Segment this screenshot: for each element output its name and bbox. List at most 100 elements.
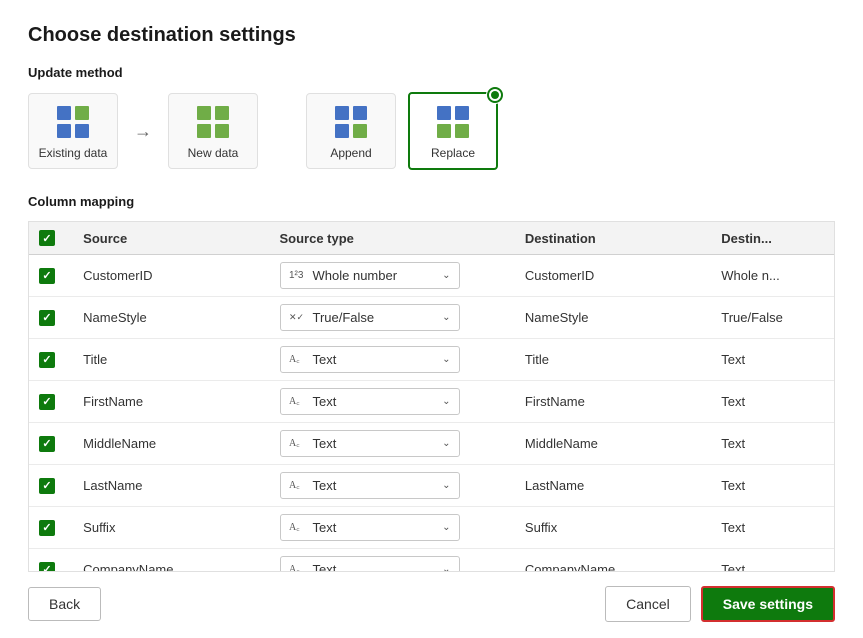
type-icon: A꜀ xyxy=(289,435,307,452)
source-type-label: Whole number xyxy=(313,268,398,283)
row-checkbox[interactable] xyxy=(39,478,55,494)
destination-cell: NameStyle xyxy=(515,297,711,339)
chevron-down-icon: ⌄ xyxy=(442,354,450,365)
save-settings-button[interactable]: Save settings xyxy=(701,586,835,622)
row-checkbox[interactable] xyxy=(39,520,55,536)
column-mapping-label: Column mapping xyxy=(28,194,835,209)
destination-cell: LastName xyxy=(515,465,711,507)
existing-data-label: Existing data xyxy=(39,146,108,160)
replace-card[interactable]: Replace xyxy=(408,92,498,170)
chevron-down-icon: ⌄ xyxy=(442,522,450,533)
table-row: FirstNameA꜀Text⌄FirstNameText xyxy=(29,381,834,423)
destination-cell: FirstName xyxy=(515,381,711,423)
header-checkbox[interactable] xyxy=(39,230,55,246)
source-cell: MiddleName xyxy=(73,423,269,465)
source-cell: Suffix xyxy=(73,507,269,549)
source-cell: Title xyxy=(73,339,269,381)
append-label: Append xyxy=(330,146,371,160)
svg-text:1²3: 1²3 xyxy=(289,270,304,281)
source-cell: NameStyle xyxy=(73,297,269,339)
replace-icon xyxy=(435,104,471,140)
row-checkbox[interactable] xyxy=(39,310,55,326)
col-header-dest-type: Destin... xyxy=(711,222,834,255)
source-type-label: Text xyxy=(313,478,337,493)
table-row: CustomerID 1²3 Whole number ⌄ CustomerID Whol… xyxy=(29,255,834,297)
col-header-check xyxy=(29,222,73,255)
source-cell: CompanyName xyxy=(73,549,269,573)
mapping-table: Source Source type Destination Destin...… xyxy=(29,222,834,572)
destination-cell: MiddleName xyxy=(515,423,711,465)
chevron-down-icon: ⌄ xyxy=(442,480,450,491)
svg-text:A꜀: A꜀ xyxy=(289,564,300,572)
row-checkbox[interactable] xyxy=(39,394,55,410)
new-data-card[interactable]: New data xyxy=(168,93,258,169)
chevron-down-icon: ⌄ xyxy=(442,396,450,407)
dest-type-cell: Text xyxy=(711,465,834,507)
svg-text:A꜀: A꜀ xyxy=(289,396,300,407)
column-mapping-table-section: Source Source type Destination Destin...… xyxy=(28,221,835,572)
type-icon: A꜀ xyxy=(289,393,307,410)
page-title: Choose destination settings xyxy=(28,24,835,47)
selected-indicator xyxy=(486,86,504,104)
chevron-down-icon: ⌄ xyxy=(442,438,450,449)
back-button[interactable]: Back xyxy=(28,587,101,621)
source-type-cell: A꜀Text⌄ xyxy=(270,381,515,423)
source-type-cell: 1²3 Whole number ⌄ xyxy=(270,255,515,297)
table-row: LastNameA꜀Text⌄LastNameText xyxy=(29,465,834,507)
col-header-source: Source xyxy=(73,222,269,255)
source-type-label: Text xyxy=(313,562,337,572)
row-checkbox[interactable] xyxy=(39,562,55,573)
destination-cell: Title xyxy=(515,339,711,381)
source-type-dropdown[interactable]: A꜀Text⌄ xyxy=(280,388,460,415)
chevron-down-icon: ⌄ xyxy=(442,564,450,572)
existing-data-icon xyxy=(55,104,91,140)
type-icon: A꜀ xyxy=(289,519,307,536)
source-type-cell: A꜀Text⌄ xyxy=(270,465,515,507)
source-type-cell: A꜀Text⌄ xyxy=(270,507,515,549)
table-container[interactable]: Source Source type Destination Destin...… xyxy=(28,221,835,572)
svg-text:A꜀: A꜀ xyxy=(289,522,300,533)
source-type-dropdown[interactable]: A꜀ Text ⌄ xyxy=(280,430,460,457)
type-icon: A꜀ xyxy=(289,561,307,572)
destination-cell: Suffix xyxy=(515,507,711,549)
cancel-button[interactable]: Cancel xyxy=(605,586,691,622)
source-type-dropdown[interactable]: A꜀Text⌄ xyxy=(280,346,460,373)
source-type-cell: A꜀ Text ⌄ xyxy=(270,549,515,573)
source-type-dropdown[interactable]: ✕✓ True/False ⌄ xyxy=(280,304,460,331)
source-type-cell: ✕✓ True/False ⌄ xyxy=(270,297,515,339)
chevron-down-icon: ⌄ xyxy=(442,270,450,281)
source-type-cell: A꜀ Text ⌄ xyxy=(270,423,515,465)
source-cell: CustomerID xyxy=(73,255,269,297)
chevron-down-icon: ⌄ xyxy=(442,312,450,323)
new-data-label: New data xyxy=(188,146,239,160)
col-header-destination: Destination xyxy=(515,222,711,255)
append-card[interactable]: Append xyxy=(306,93,396,169)
source-type-label: True/False xyxy=(313,310,375,325)
table-row: CompanyNameA꜀Text⌄CompanyNameText xyxy=(29,549,834,573)
update-method-label: Update method xyxy=(28,65,835,80)
destination-cell: CustomerID xyxy=(515,255,711,297)
table-row: MiddleNameA꜀Text⌄MiddleNameText xyxy=(29,423,834,465)
source-type-dropdown[interactable]: A꜀Text⌄ xyxy=(280,514,460,541)
existing-data-card[interactable]: Existing data xyxy=(28,93,118,169)
source-type-dropdown[interactable]: A꜀ Text ⌄ xyxy=(280,556,460,572)
source-type-label: Text xyxy=(313,436,337,451)
svg-text:✕✓: ✕✓ xyxy=(289,312,304,322)
table-row: SuffixA꜀Text⌄SuffixText xyxy=(29,507,834,549)
dest-type-cell: Text xyxy=(711,423,834,465)
dest-type-cell: True/False xyxy=(711,297,834,339)
col-header-source-type: Source type xyxy=(270,222,515,255)
table-row: NameStyle✕✓True/False⌄NameStyleTrue/Fals… xyxy=(29,297,834,339)
new-data-icon xyxy=(195,104,231,140)
type-icon: 1²3 xyxy=(289,267,307,284)
table-row: TitleA꜀Text⌄TitleText xyxy=(29,339,834,381)
source-type-dropdown[interactable]: 1²3 Whole number ⌄ xyxy=(280,262,460,289)
row-checkbox[interactable] xyxy=(39,436,55,452)
type-icon: ✕✓ xyxy=(289,309,307,326)
source-type-dropdown[interactable]: A꜀Text⌄ xyxy=(280,472,460,499)
update-method-section: Existing data → New data Append xyxy=(28,92,835,170)
type-icon: A꜀ xyxy=(289,351,307,368)
row-checkbox[interactable] xyxy=(39,268,55,284)
row-checkbox[interactable] xyxy=(39,352,55,368)
footer-right-buttons: Cancel Save settings xyxy=(605,586,835,622)
